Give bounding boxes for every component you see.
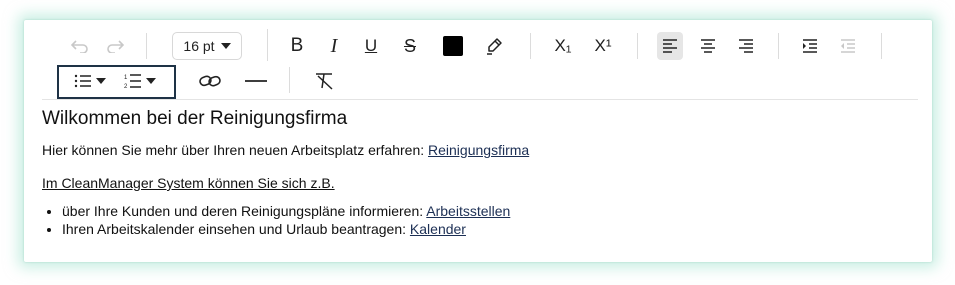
link-button[interactable] xyxy=(196,67,224,95)
toolbar-divider xyxy=(42,99,918,100)
superscript-button[interactable]: X¹ xyxy=(590,32,616,60)
text-color-swatch xyxy=(443,36,463,56)
italic-icon: I xyxy=(330,34,338,57)
align-right-icon xyxy=(739,39,753,53)
highlighter-button[interactable] xyxy=(480,32,508,60)
intro-text: Hier können Sie mehr über Ihren neuen Ar… xyxy=(42,142,429,158)
arbeitsstellen-link[interactable]: Arbeitsstellen xyxy=(426,203,510,219)
outdent-button[interactable] xyxy=(835,32,861,60)
bold-button[interactable]: B xyxy=(285,32,309,60)
superscript-icon: X¹ xyxy=(594,36,612,55)
editor: 16 pt B I U S X₁ X¹ 1 2 Wilkommen bei de… xyxy=(24,20,932,262)
toolbar-separator xyxy=(637,33,638,59)
clear-formatting-button[interactable] xyxy=(311,67,339,95)
toolbar-separator xyxy=(289,67,290,93)
subscript-button[interactable]: X₁ xyxy=(550,32,576,60)
undo-icon[interactable] xyxy=(67,32,93,60)
chevron-down-icon xyxy=(96,78,106,84)
clear-formatting-icon xyxy=(316,73,333,90)
numbered-list-icon: 12 xyxy=(124,74,141,89)
subscript-icon: X₁ xyxy=(554,36,572,55)
align-left-button[interactable] xyxy=(657,32,683,60)
editor-content[interactable]: Wilkommen bei der Reinigungsfirma Hier k… xyxy=(42,106,912,238)
underline-button[interactable]: U xyxy=(359,32,383,60)
bullet-list-button[interactable] xyxy=(72,67,108,95)
link-icon xyxy=(199,75,221,87)
align-center-button[interactable] xyxy=(695,32,721,60)
italic-button[interactable]: I xyxy=(322,32,346,60)
editor-toolbar: 16 pt B I U S X₁ X¹ 1 2 xyxy=(24,20,932,100)
chevron-down-icon xyxy=(220,43,231,49)
toolbar-separator xyxy=(530,33,531,59)
reinigungsfirma-link[interactable]: Reinigungsfirma xyxy=(428,142,529,158)
align-right-button[interactable] xyxy=(733,32,759,60)
strikethrough-icon: S xyxy=(403,35,416,56)
kalender-link[interactable]: Kalender xyxy=(410,221,466,237)
svg-text:1: 1 xyxy=(124,75,128,81)
indent-button[interactable] xyxy=(797,32,823,60)
underline-icon: U xyxy=(364,36,378,55)
intro-paragraph: Hier können Sie mehr über Ihren neuen Ar… xyxy=(42,141,912,159)
toolbar-separator xyxy=(881,33,882,59)
font-size-value: 16 pt xyxy=(183,38,215,54)
indent-icon xyxy=(803,39,817,53)
align-center-icon xyxy=(701,39,715,53)
chevron-down-icon xyxy=(146,78,156,84)
list-item-text: Ihren Arbeitskalender einsehen und Urlau… xyxy=(62,221,410,237)
numbered-list-button[interactable]: 12 xyxy=(121,67,159,95)
content-heading: Wilkommen bei der Reinigungsfirma xyxy=(42,108,348,129)
outdent-icon xyxy=(841,39,855,53)
highlighter-icon xyxy=(487,38,502,55)
bold-icon: B xyxy=(290,35,304,56)
text-color-button[interactable] xyxy=(440,32,466,60)
toolbar-separator xyxy=(267,29,268,61)
align-left-icon xyxy=(663,39,677,53)
list-item: über Ihre Kunden und deren Reinigungsplä… xyxy=(62,202,912,220)
horizontal-rule-button[interactable] xyxy=(242,67,270,95)
list-item-text: über Ihre Kunden und deren Reinigungsplä… xyxy=(62,203,427,219)
content-subheading: Im CleanManager System können Sie sich z… xyxy=(42,175,335,191)
feature-list: über Ihre Kunden und deren Reinigungsplä… xyxy=(42,202,912,238)
strikethrough-button[interactable]: S xyxy=(398,32,422,60)
redo-icon[interactable] xyxy=(102,32,128,60)
toolbar-separator xyxy=(146,33,147,59)
horizontal-rule-icon xyxy=(245,80,267,82)
toolbar-separator xyxy=(778,33,779,59)
svg-text:2: 2 xyxy=(124,84,128,89)
font-size-select[interactable]: 16 pt xyxy=(172,32,242,60)
list-item: Ihren Arbeitskalender einsehen und Urlau… xyxy=(62,220,912,238)
bullet-list-icon xyxy=(74,74,91,88)
